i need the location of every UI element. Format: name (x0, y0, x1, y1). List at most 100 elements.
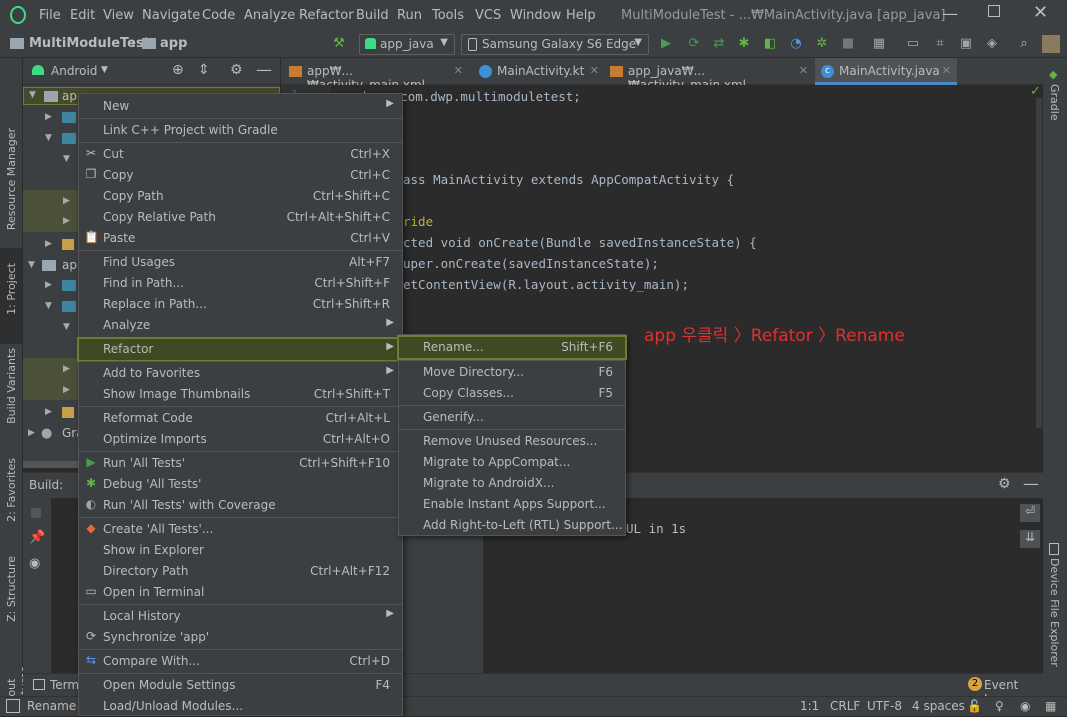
apply-changes-icon[interactable]: ⟳ (686, 36, 702, 52)
target-icon[interactable]: ⊕ (172, 62, 184, 78)
editor-scrollbar[interactable] (1036, 98, 1042, 428)
tool-gradle[interactable]: Gradle (1048, 84, 1061, 121)
expand-icon[interactable]: ▼ (45, 301, 52, 311)
menu-window[interactable]: Window (510, 8, 561, 23)
layout-inspector-icon[interactable]: ◈ (984, 36, 1000, 52)
menu-item-compare-with[interactable]: ⇆ Compare With... Ctrl+D (79, 651, 402, 672)
memory-icon[interactable]: ▦ (1045, 699, 1056, 713)
menu-item-run-with-coverage[interactable]: ◐ Run 'All Tests' with Coverage (79, 495, 402, 516)
pin-icon[interactable]: 📌 (29, 530, 45, 545)
hide-icon[interactable]: — (1023, 474, 1039, 493)
menu-item-open-terminal[interactable]: ▭ Open in Terminal (79, 582, 402, 603)
menu-item-paste[interactable]: 📋 Paste Ctrl+V (79, 228, 402, 249)
menu-vcs[interactable]: VCS (475, 8, 501, 23)
avd-manager-icon[interactable]: ⌗ (932, 36, 948, 52)
chevron-down-icon[interactable]: ▼ (101, 65, 108, 75)
menu-analyze[interactable]: Analyze (244, 8, 295, 23)
device-manager-icon[interactable]: ▣ (958, 36, 974, 52)
menu-refactor[interactable]: Refactor (299, 8, 354, 23)
submenu-item-move-directory[interactable]: Move Directory... F6 (399, 362, 625, 383)
gear-icon[interactable]: ⚙ (998, 476, 1011, 492)
view-mode-select[interactable]: Android (51, 64, 97, 78)
tab-mainactivity-kt[interactable]: MainActivity.kt ✕ (473, 58, 605, 85)
menu-item-create-all-tests[interactable]: ◆ Create 'All Tests'... (79, 519, 402, 540)
status-indent[interactable]: 4 spaces (912, 699, 965, 713)
expand-icon[interactable]: ▶ (45, 112, 52, 122)
tree-row-app2[interactable]: ▼ ap (23, 256, 78, 276)
sdk-manager-icon[interactable]: ▭ (905, 36, 921, 52)
menu-item-show-in-explorer[interactable]: Show in Explorer (79, 540, 402, 561)
close-icon[interactable]: ✕ (1033, 2, 1048, 23)
menu-item-add-to-favorites[interactable]: Add to Favorites ▶ (79, 363, 402, 384)
tool-build-variants[interactable]: Build Variants (5, 348, 18, 424)
attach-debugger-icon[interactable]: ◧ (762, 36, 778, 52)
menu-item-load-unload-modules[interactable]: Load/Unload Modules... (79, 696, 402, 717)
close-tab-icon[interactable]: ✕ (799, 64, 808, 77)
horizontal-scrollbar[interactable] (23, 461, 78, 468)
lock-icon[interactable]: 🔓 (967, 699, 982, 713)
tab-app-java-activity-main-xml[interactable]: app_java₩...₩activity_main.xml ✕ (604, 58, 814, 92)
menu-item-new[interactable]: New ▶ (79, 96, 402, 117)
run-icon[interactable]: ▶ (658, 36, 674, 52)
menu-item-debug-all-tests[interactable]: ✱ Debug 'All Tests' (79, 474, 402, 495)
expand-icon[interactable]: ▼ (63, 322, 70, 332)
submenu-item-rename[interactable]: Rename... Shift+F6 (397, 335, 627, 360)
search-icon[interactable]: ⌕ (1016, 36, 1032, 52)
expand-icon[interactable]: ▶ (63, 385, 70, 395)
menu-item-find-in-path[interactable]: Find in Path... Ctrl+Shift+F (79, 273, 402, 294)
menu-item-run-all-tests[interactable]: ▶ Run 'All Tests' Ctrl+Shift+F10 (79, 453, 402, 474)
tool-device-file-explorer[interactable]: Device File Explorer (1048, 558, 1061, 667)
avatar[interactable] (1042, 35, 1060, 53)
eye-icon[interactable]: ◉ (29, 556, 40, 571)
menu-file[interactable]: File (39, 8, 61, 23)
menu-item-optimize-imports[interactable]: Optimize Imports Ctrl+Alt+O (79, 429, 402, 450)
menu-item-find-usages[interactable]: Find Usages Alt+F7 (79, 252, 402, 273)
status-encoding[interactable]: UTF-8 (867, 699, 902, 713)
menu-item-copy[interactable]: ❐ Copy Ctrl+C (79, 165, 402, 186)
tool-structure[interactable]: Z: Structure (5, 556, 18, 622)
expand-icon[interactable]: ▶ (63, 364, 70, 374)
gear-icon[interactable]: ⚙ (230, 62, 243, 78)
tab-mainactivity-java[interactable]: c MainActivity.java ✕ (815, 58, 957, 85)
status-line-separator[interactable]: CRLF (830, 699, 860, 713)
status-position[interactable]: 1:1 (800, 699, 819, 713)
menu-item-copy-relative-path[interactable]: Copy Relative Path Ctrl+Alt+Shift+C (79, 207, 402, 228)
menu-edit[interactable]: Edit (70, 8, 95, 23)
submenu-item-copy-classes[interactable]: Copy Classes... F5 (399, 383, 625, 404)
menu-item-cut[interactable]: ✂ Cut Ctrl+X (79, 144, 402, 165)
expand-icon[interactable]: ▶ (45, 407, 52, 417)
breadcrumb-module[interactable]: app (160, 36, 187, 51)
tool-project[interactable]: 1: Project (5, 263, 18, 315)
menu-item-reformat-code[interactable]: Reformat Code Ctrl+Alt+L (79, 408, 402, 429)
notifications-icon[interactable]: ◉ (1020, 699, 1030, 713)
menu-item-module-settings[interactable]: Open Module Settings F4 (79, 675, 402, 696)
sync-project-icon[interactable]: ▦ (871, 36, 887, 52)
stop-icon[interactable]: ■ (840, 36, 856, 52)
expand-icon[interactable]: ▶ (63, 196, 70, 206)
apply-code-icon[interactable]: ⇄ (711, 36, 727, 52)
debug-icon[interactable]: ✱ (736, 36, 752, 52)
menu-item-local-history[interactable]: Local History ▶ (79, 606, 402, 627)
menu-item-analyze[interactable]: Analyze ▶ (79, 315, 402, 336)
expand-icon[interactable]: ▼ (45, 133, 52, 143)
maximize-icon[interactable] (988, 5, 1000, 17)
menu-item-replace-in-path[interactable]: Replace in Path... Ctrl+Shift+R (79, 294, 402, 315)
menu-tools[interactable]: Tools (432, 8, 464, 23)
submenu-item-migrate-appcompat[interactable]: Migrate to AppCompat... (399, 452, 625, 473)
menu-item-link-cpp[interactable]: Link C++ Project with Gradle (79, 120, 402, 141)
menu-item-refactor[interactable]: Refactor ▶ (77, 337, 404, 362)
menu-item-directory-path[interactable]: Directory Path Ctrl+Alt+F12 (79, 561, 402, 582)
submenu-item-migrate-androidx[interactable]: Migrate to AndroidX... (399, 473, 625, 494)
expand-icon[interactable]: ▼ (63, 154, 70, 164)
expand-icon[interactable]: ▶ (63, 216, 70, 226)
menu-item-show-thumbnails[interactable]: Show Image Thumbnails Ctrl+Shift+T (79, 384, 402, 405)
status-toggle-icon[interactable] (6, 699, 20, 713)
run-config-select[interactable]: app_java ▼ (359, 34, 455, 55)
attach-icon[interactable]: ✲ (814, 36, 830, 52)
submenu-item-remove-unused-resources[interactable]: Remove Unused Resources... (399, 431, 625, 452)
device-select[interactable]: Samsung Galaxy S6 Edge ▼ (461, 34, 649, 55)
menu-help[interactable]: Help (566, 8, 596, 23)
menu-code[interactable]: Code (202, 8, 235, 23)
close-tab-icon[interactable]: ✕ (942, 64, 951, 77)
soft-wrap-icon[interactable]: ⏎ (1020, 504, 1040, 522)
